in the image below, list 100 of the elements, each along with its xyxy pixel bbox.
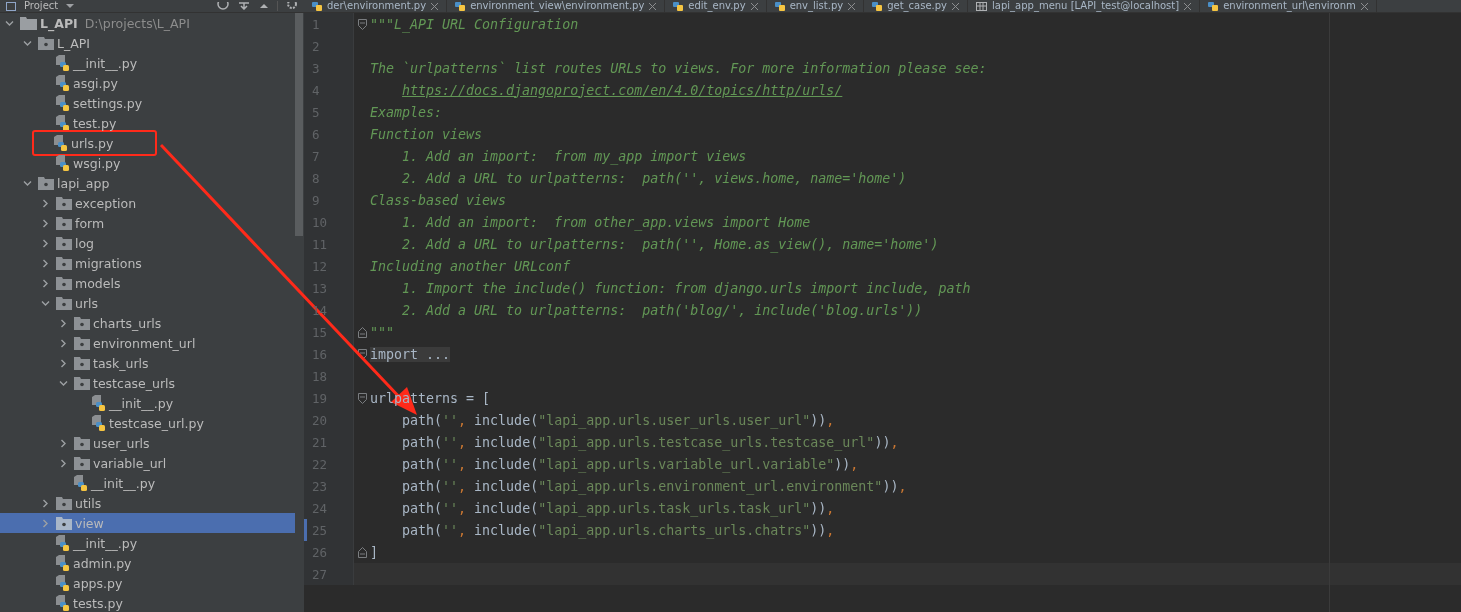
python-file-icon (56, 75, 70, 91)
code-text: )) (810, 500, 827, 516)
chevron-icon[interactable] (41, 258, 50, 268)
folded-import[interactable]: import ... (370, 346, 451, 362)
tree-item[interactable]: __init__.py (0, 53, 295, 73)
tree-item[interactable]: urls (0, 293, 295, 313)
tree-item[interactable]: migrations (0, 253, 295, 273)
fold-icon[interactable] (357, 18, 367, 30)
tree-item[interactable]: settings.py (0, 93, 295, 113)
folder-icon (74, 376, 90, 390)
chevron-icon[interactable] (59, 318, 68, 328)
string-literal: "lapi_app.urls.environment_url.environment" (538, 478, 883, 494)
chevron-icon[interactable] (23, 38, 32, 48)
tree-item[interactable]: user_urls (0, 433, 295, 453)
chevron-icon[interactable] (59, 438, 68, 448)
tree-item[interactable]: exception (0, 193, 295, 213)
tree-item[interactable]: variable_url (0, 453, 295, 473)
editor-tab[interactable]: environment_view\environment.py (447, 0, 666, 12)
tree-item[interactable]: form (0, 213, 295, 233)
fold-icon[interactable] (357, 326, 367, 338)
project-path: D:\projects\L_API (84, 15, 190, 31)
tree-item[interactable]: __init__.py (0, 533, 295, 553)
comma-text: , (458, 434, 468, 450)
folder-icon (38, 176, 54, 190)
tree-item[interactable]: __init__.py (0, 473, 295, 493)
docstring-text: """ (370, 324, 395, 340)
tree-item[interactable]: charts_urls (0, 313, 295, 333)
chevron-icon[interactable] (23, 178, 32, 188)
panel-title[interactable]: Project (24, 0, 59, 12)
chevron-icon[interactable] (41, 198, 50, 208)
comma-text: , (850, 456, 859, 472)
close-icon[interactable] (1184, 2, 1192, 10)
tree-item[interactable]: utils (0, 493, 295, 513)
item-label: models (75, 275, 121, 291)
item-label: __init__.py (73, 55, 138, 71)
tree-item[interactable]: L_API D:\projects\L_API (0, 13, 295, 33)
editor-tab[interactable]: edit_env.py (665, 0, 767, 12)
close-icon[interactable] (848, 2, 856, 10)
docs-link[interactable]: https://docs.djangoproject.com/en/4.0/topics/http/urls/ (402, 82, 843, 98)
fold-icon[interactable] (357, 546, 367, 558)
tree-item[interactable]: models (0, 273, 295, 293)
chevron-icon[interactable] (59, 378, 68, 388)
folder-icon (56, 196, 72, 210)
editor-tab[interactable]: environment_url\environm (1200, 0, 1377, 12)
expand-icon[interactable] (259, 2, 269, 10)
fold-icon[interactable] (357, 348, 367, 360)
tree-item[interactable]: apps.py (0, 573, 295, 593)
close-icon[interactable] (431, 2, 439, 10)
item-label: testcase_url.py (109, 415, 204, 431)
close-icon[interactable] (750, 2, 758, 10)
editor-tab[interactable]: der\environment.py (304, 0, 448, 12)
chevron-icon[interactable] (41, 218, 50, 228)
editor-tab[interactable]: get_case.py (864, 0, 969, 12)
tree-item[interactable]: __init__.py (0, 393, 295, 413)
python-file-icon (312, 1, 322, 11)
caret-icon[interactable] (66, 3, 75, 9)
chevron-icon[interactable] (41, 238, 50, 248)
close-icon[interactable] (649, 2, 657, 10)
tree-item[interactable]: test.py (0, 113, 295, 133)
tree-item[interactable]: task_urls (0, 353, 295, 373)
chevron-icon[interactable] (59, 458, 68, 468)
tree-item[interactable]: admin.py (0, 553, 295, 573)
tree-item[interactable]: testcase_urls (0, 373, 295, 393)
code-text: include( (474, 500, 539, 516)
tree-item[interactable]: environment_url (0, 333, 295, 353)
code-text: )) (874, 434, 891, 450)
close-icon[interactable] (952, 2, 960, 10)
tree-item[interactable]: tests.py (0, 593, 295, 612)
code-text: )) (810, 412, 827, 428)
code-text: include( (474, 412, 539, 428)
docstring-text: 1. Add an import: from my_app import views (401, 148, 747, 164)
folder-icon (56, 296, 72, 310)
editor-tab[interactable]: env_list.py (766, 0, 865, 12)
item-label: exception (75, 195, 137, 211)
scrollbar-thumb[interactable] (295, 13, 303, 236)
python-file-icon (56, 535, 70, 551)
chevron-icon[interactable] (5, 18, 14, 28)
chevron-icon[interactable] (59, 358, 68, 368)
docstring-text: Function views (370, 126, 483, 142)
chevron-icon[interactable] (59, 338, 68, 348)
chevron-icon[interactable] (41, 298, 50, 308)
collapse-icon[interactable] (237, 2, 251, 10)
tree-item[interactable]: wsgi.py (0, 153, 295, 173)
item-label: utils (75, 495, 102, 511)
panel-icon (6, 1, 16, 11)
item-label: lapi_app (57, 175, 110, 191)
tree-item[interactable]: testcase_url.py (0, 413, 295, 433)
fold-icon[interactable] (357, 392, 367, 404)
tree-item[interactable]: L_API (0, 33, 295, 53)
chevron-icon[interactable] (41, 498, 50, 508)
close-icon[interactable] (1360, 2, 1368, 10)
tree-item[interactable]: log (0, 233, 295, 253)
chevron-icon[interactable] (41, 278, 50, 288)
code-text: path( (401, 412, 443, 428)
tree-item[interactable]: asgi.py (0, 73, 295, 93)
tree-item[interactable]: lapi_app (0, 173, 295, 193)
tree-item[interactable]: urls.py (0, 133, 295, 153)
editor-tab[interactable]: lapi_app_menu [LAPI_test@localhost] (968, 0, 1201, 12)
docstring-text: """L_API URL Configuration (370, 16, 579, 32)
docstring-text: 2. Add a URL to urlpatterns: path('', Home.as_view(), name='home') (401, 236, 939, 252)
